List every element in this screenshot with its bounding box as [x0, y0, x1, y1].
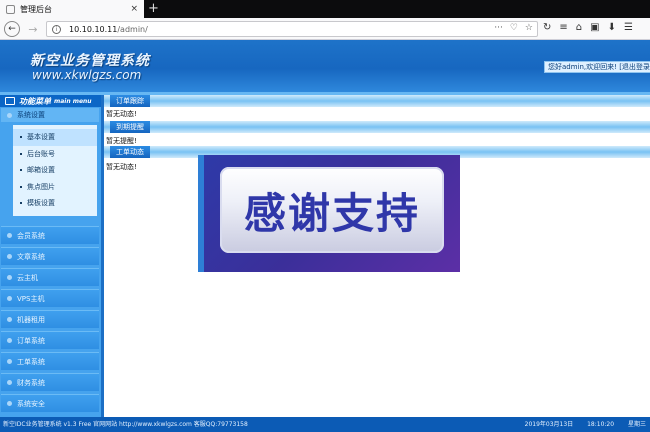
menu-header: 功能菜单 main menu [0, 95, 101, 107]
pocket-icon[interactable]: ♡ [510, 23, 518, 33]
submenu-label: 邮箱设置 [27, 166, 55, 175]
sidebar-item-label: 文章系统 [17, 252, 45, 261]
url-host: 10.10.10.11 [69, 24, 118, 34]
sidebar-menu: 会员系统 文章系统 云主机 VPS主机 机器租用 订单系统 工单系统 财务系统 … [1, 226, 99, 415]
bullet-icon [7, 359, 12, 364]
bullet-icon [20, 169, 22, 172]
reload-icon[interactable]: ↻ [543, 22, 551, 33]
submenu-label: 后台账号 [27, 149, 55, 158]
section-label: 系统设置 [17, 111, 45, 119]
library-icon[interactable]: ≡ [559, 22, 567, 33]
submenu-item-admin-accounts[interactable]: 后台账号 [13, 146, 97, 163]
footer-date: 2019年03月13日 [524, 421, 574, 428]
sidebar-item-label: 系统安全 [17, 399, 45, 408]
sidebar-item-security[interactable]: 系统安全 [1, 394, 99, 412]
page-actions-icon[interactable]: ··· [494, 23, 503, 33]
home-icon[interactable]: ⌂ [576, 22, 582, 33]
footer-info: 新空IDC业务管理系统 v1.3 Free 官网网站 http://www.xk… [3, 421, 248, 428]
panel-title: 订单跟踪 [110, 95, 150, 107]
bullet-icon [20, 185, 22, 188]
page-icon [6, 4, 15, 14]
bullet-icon [20, 136, 22, 139]
panel-body-expiry-reminder: 暂无提醒! [106, 137, 137, 145]
browser-tab[interactable]: 管理后台 × [0, 0, 144, 18]
sidebar-item-label: 订单系统 [17, 336, 45, 345]
address-bar[interactable]: i 10.10.10.11 /admin/ ··· ♡ ☆ [46, 21, 538, 37]
submenu-label: 焦点图片 [27, 182, 55, 191]
sidebar-item-members[interactable]: 会员系统 [1, 226, 99, 244]
panel-title: 到期提醒 [110, 121, 150, 133]
submenu-item-focus-images[interactable]: 焦点图片 [13, 179, 97, 196]
bullet-icon [7, 275, 12, 280]
menu-title: 功能菜单 [19, 96, 51, 106]
footer-clock: 2019年03月13日 18:10:20 星期三 [513, 417, 646, 432]
bullet-icon [7, 338, 12, 343]
new-tab-button[interactable]: + [148, 1, 159, 17]
monitor-icon [5, 97, 15, 105]
sidebar-item-tickets[interactable]: 工单系统 [1, 352, 99, 370]
bullet-icon [7, 254, 12, 259]
menu-title-en: main menu [54, 97, 92, 105]
panel-header-expiry-reminder: 到期提醒 [104, 121, 650, 133]
download-icon[interactable]: ⬇ [608, 22, 616, 33]
panel-header-order-tracking: 订单跟踪 [104, 95, 650, 107]
footer-time: 18:10:20 [587, 421, 615, 428]
bullet-icon [7, 296, 12, 301]
thanks-banner: 感谢支持 [198, 155, 460, 272]
brand-title: 新空业务管理系统 [30, 53, 150, 69]
info-icon[interactable]: i [52, 24, 61, 34]
tab-title: 管理后台 [20, 4, 52, 14]
bullet-icon [7, 112, 12, 118]
sidebar-item-orders[interactable]: 订单系统 [1, 331, 99, 349]
sidebar-item-label: 云主机 [17, 273, 38, 282]
bullet-icon [7, 233, 12, 238]
brand-url: www.xkwlgzs.com [32, 68, 142, 82]
bullet-icon [20, 202, 22, 205]
sidebar-item-articles[interactable]: 文章系统 [1, 247, 99, 265]
close-icon[interactable]: × [130, 4, 138, 14]
sidebar-item-label: 会员系统 [17, 231, 45, 240]
sidebar-item-label: VPS主机 [17, 294, 45, 303]
footer-weekday: 星期三 [627, 421, 646, 428]
submenu-item-basic-settings[interactable]: 基本设置 [13, 129, 97, 146]
bookmark-star-icon[interactable]: ☆ [525, 23, 533, 33]
admin-header: 新空业务管理系统 www.xkwlgzs.com 您好admin,欢迎回来! [… [0, 40, 650, 92]
back-button[interactable]: ← [4, 21, 20, 37]
welcome-logout-link[interactable]: 您好admin,欢迎回来! [退出登录] [544, 61, 650, 73]
screenshot-icon[interactable]: ▣ [590, 22, 599, 33]
thanks-text: 感谢支持 [243, 188, 420, 238]
footer: 新空IDC业务管理系统 v1.3 Free 官网网站 http://www.xk… [0, 417, 650, 432]
sidebar-item-cloud-host[interactable]: 云主机 [1, 268, 99, 286]
bullet-icon [20, 152, 22, 155]
submenu-item-template-settings[interactable]: 模板设置 [13, 195, 97, 212]
bullet-icon [7, 380, 12, 385]
submenu-label: 基本设置 [27, 133, 55, 142]
sidebar-item-label: 财务系统 [17, 378, 45, 387]
panel-body-order-tracking: 暂无动态! [106, 110, 137, 118]
sidebar-item-vps-host[interactable]: VPS主机 [1, 289, 99, 307]
sidebar: 功能菜单 main menu 系统设置 基本设置 后台账号 邮箱设置 焦点图片 … [0, 95, 101, 417]
forward-button[interactable]: → [24, 20, 42, 38]
menu-icon[interactable]: ☰ [624, 22, 633, 33]
url-path: /admin/ [117, 24, 148, 34]
bullet-icon [7, 401, 12, 406]
sidebar-section-system-settings[interactable]: 系统设置 [1, 108, 99, 122]
browser-navbar: ← → i 10.10.10.11 /admin/ ··· ♡ ☆ ↻ ≡ ⌂ … [0, 18, 650, 40]
submenu-label: 模板设置 [27, 199, 55, 208]
sidebar-item-server-rental[interactable]: 机器租用 [1, 310, 99, 328]
sidebar-item-label: 机器租用 [17, 315, 45, 324]
sidebar-item-label: 工单系统 [17, 357, 45, 366]
submenu: 基本设置 后台账号 邮箱设置 焦点图片 模板设置 [13, 125, 97, 216]
submenu-item-email-settings[interactable]: 邮箱设置 [13, 162, 97, 179]
thanks-button-graphic: 感谢支持 [220, 167, 444, 253]
sidebar-item-finance[interactable]: 财务系统 [1, 373, 99, 391]
bullet-icon [7, 317, 12, 322]
browser-tabstrip: 管理后台 × + [0, 0, 650, 18]
panel-title: 工单动态 [110, 146, 150, 158]
